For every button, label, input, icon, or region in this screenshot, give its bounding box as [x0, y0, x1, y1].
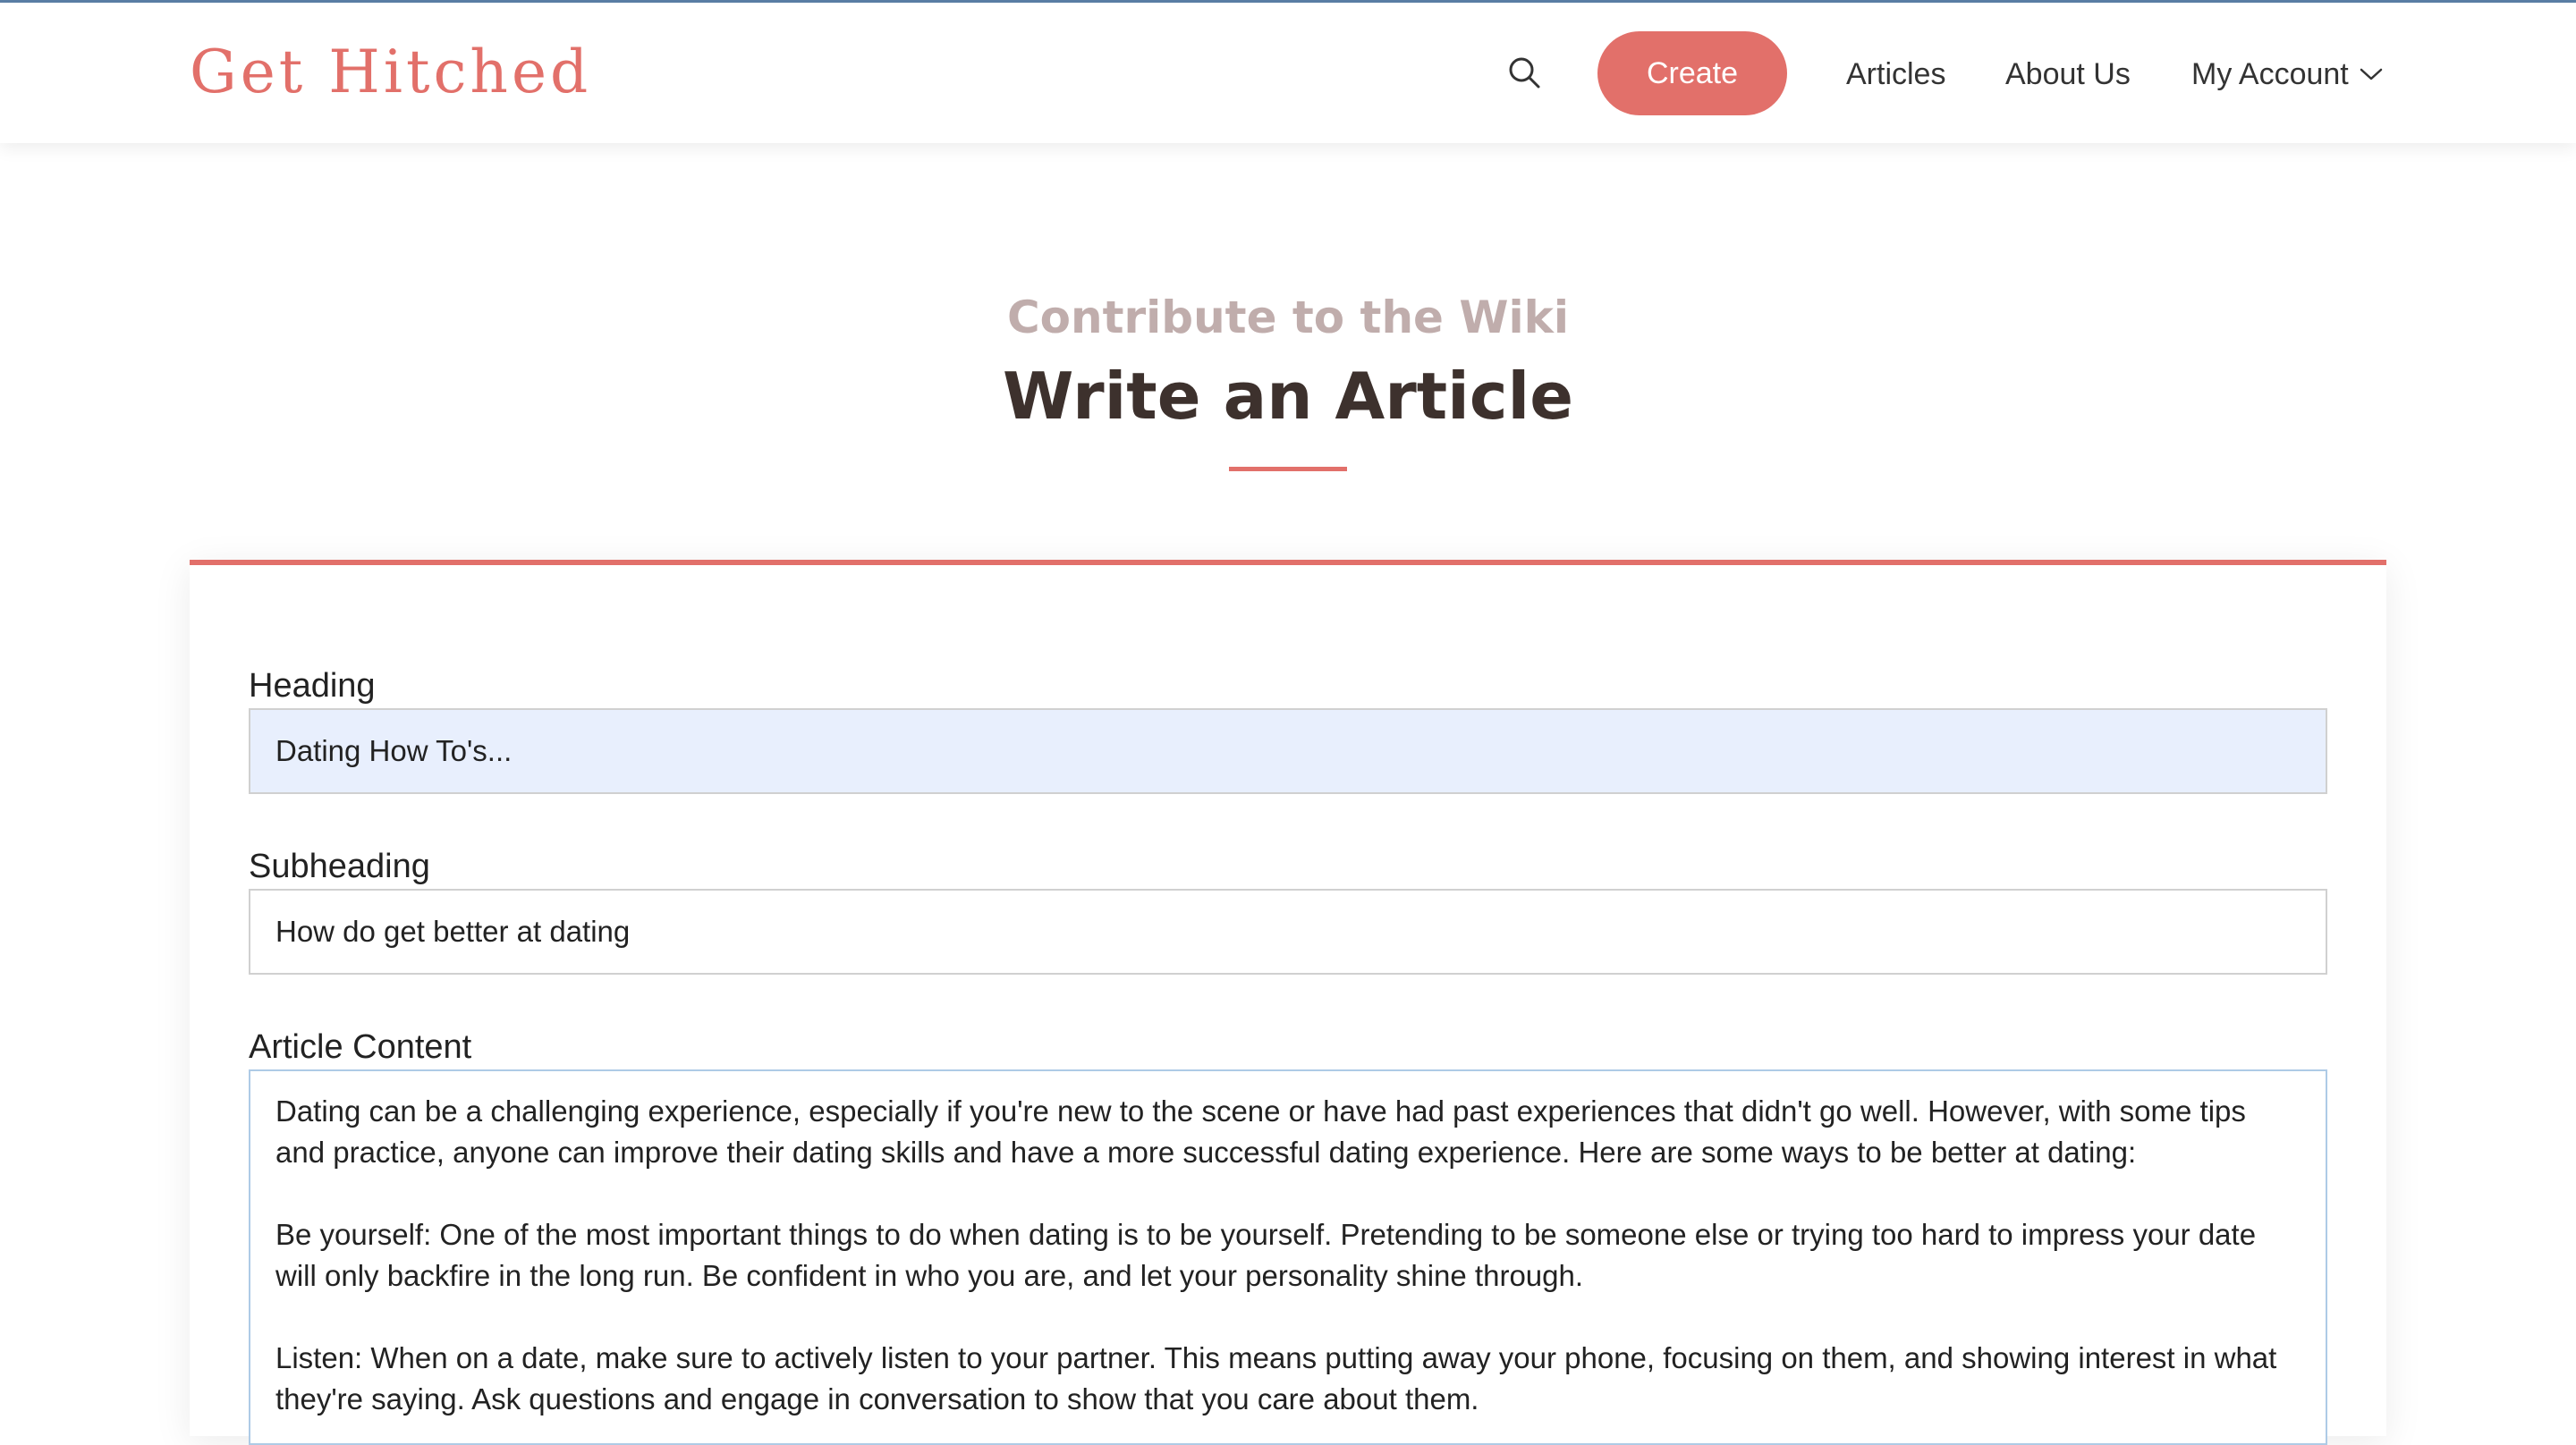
page-title: Write an Article: [1002, 359, 1574, 434]
article-form-card: Heading Subheading Article Content Datin…: [190, 560, 2386, 1445]
page-subtitle: Contribute to the Wiki: [1006, 292, 1570, 343]
site-header: Get Hitched Create Articles About Us My …: [0, 3, 2576, 143]
title-divider: [1229, 467, 1347, 471]
subheading-label: Subheading: [249, 848, 430, 885]
content-paragraph: Be yourself: One of the most important t…: [275, 1218, 2257, 1292]
search-icon: [1506, 55, 1542, 95]
create-button[interactable]: Create: [1597, 31, 1787, 115]
heading-label: Heading: [249, 667, 376, 705]
brand-logo[interactable]: Get Hitched: [190, 37, 591, 108]
heading-input[interactable]: [249, 708, 2327, 794]
article-content-textarea[interactable]: Dating can be a challenging experience, …: [249, 1069, 2327, 1445]
nav-about-link[interactable]: About Us: [2005, 53, 2131, 96]
chevron-down-icon: [2360, 67, 2383, 81]
nav-articles-link[interactable]: Articles: [1846, 53, 1945, 96]
article-content-label: Article Content: [249, 1028, 472, 1066]
content-paragraph: Listen: When on a date, make sure to act…: [275, 1341, 2277, 1415]
search-button[interactable]: [1503, 53, 1546, 96]
my-account-label: My Account: [2191, 57, 2349, 91]
content-paragraph: Dating can be a challenging experience, …: [275, 1094, 2246, 1169]
nav-my-account-menu[interactable]: My Account: [2191, 53, 2383, 96]
subheading-input[interactable]: [249, 889, 2327, 975]
